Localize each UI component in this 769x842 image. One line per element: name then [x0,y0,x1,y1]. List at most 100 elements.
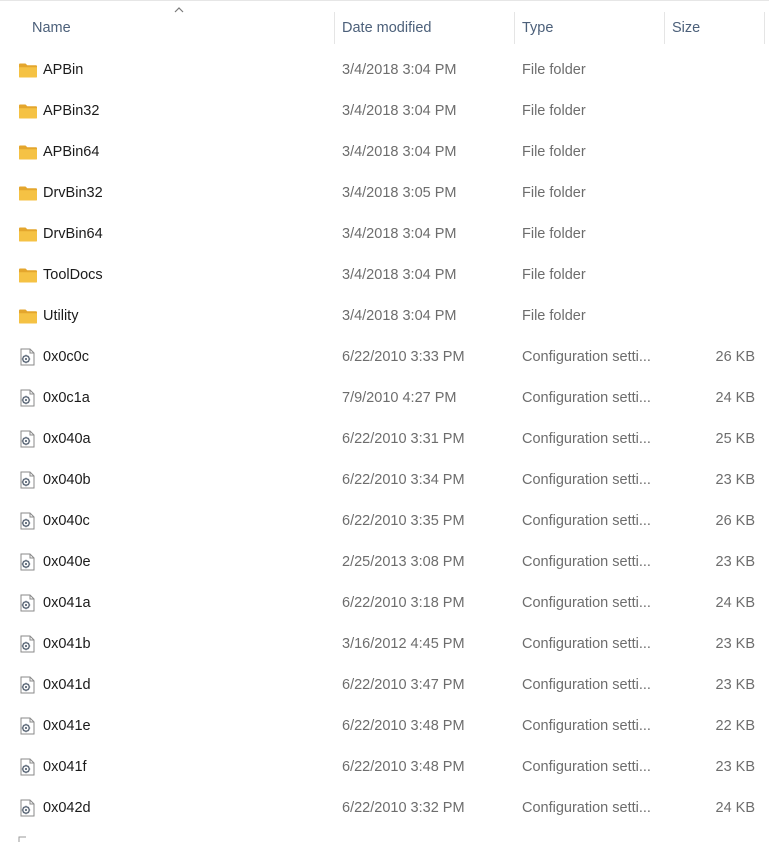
file-date-modified: 3/4/2018 3:04 PM [342,144,457,160]
file-type: Configuration setti... [522,349,651,365]
config-file-icon [18,471,38,489]
file-row[interactable]: APBin32 3/4/2018 3:04 PM File folder [0,91,769,132]
file-type: File folder [522,144,586,160]
file-date-modified: 3/4/2018 3:04 PM [342,308,457,324]
file-list: APBin 3/4/2018 3:04 PM File folder APBin… [0,50,769,829]
file-row[interactable]: APBin 3/4/2018 3:04 PM File folder [0,50,769,91]
file-name: Utility [43,308,79,324]
file-type: File folder [522,267,586,283]
file-name: APBin [43,62,84,78]
config-file-icon [18,676,38,694]
file-date-modified: 3/4/2018 3:05 PM [342,185,457,201]
file-type: File folder [522,226,586,242]
file-type: Configuration setti... [522,718,651,734]
column-header-size[interactable]: Size [672,12,762,44]
column-header-date-modified[interactable]: Date modified [342,12,512,44]
file-date-modified: 6/22/2010 3:47 PM [342,677,465,693]
file-name: 0x041b [43,636,91,652]
file-type: Configuration setti... [522,472,651,488]
file-date-modified: 6/22/2010 3:48 PM [342,718,465,734]
file-row[interactable]: Utility 3/4/2018 3:04 PM File folder [0,296,769,337]
column-header-name[interactable]: Name [32,12,332,44]
file-name: DrvBin64 [43,226,103,242]
file-row[interactable]: 0x040a 6/22/2010 3:31 PM Configuration s… [0,419,769,460]
file-size: 24 KB [715,390,756,406]
file-row[interactable]: 0x041e 6/22/2010 3:48 PM Configuration s… [0,706,769,747]
file-row[interactable]: DrvBin32 3/4/2018 3:05 PM File folder [0,173,769,214]
file-type: Configuration setti... [522,513,651,529]
file-date-modified: 2/25/2013 3:08 PM [342,554,465,570]
file-row[interactable]: 0x042d 6/22/2010 3:32 PM Configuration s… [0,788,769,829]
column-header-type[interactable]: Type [522,12,660,44]
file-date-modified: 6/22/2010 3:32 PM [342,800,465,816]
file-type: Configuration setti... [522,677,651,693]
folder-icon [18,184,38,202]
config-file-icon [18,553,38,571]
file-size: 26 KB [715,513,756,529]
file-type: File folder [522,308,586,324]
config-file-icon [18,512,38,530]
config-file-icon [18,348,38,366]
file-row[interactable]: 0x040b 6/22/2010 3:34 PM Configuration s… [0,460,769,501]
file-row[interactable]: APBin64 3/4/2018 3:04 PM File folder [0,132,769,173]
column-divider[interactable] [664,12,665,44]
column-divider[interactable] [514,12,515,44]
file-name: 0x041f [43,759,87,775]
file-date-modified: 3/4/2018 3:04 PM [342,267,457,283]
file-name: 0x040b [43,472,91,488]
file-row[interactable]: 0x040e 2/25/2013 3:08 PM Configuration s… [0,542,769,583]
file-row[interactable]: DrvBin64 3/4/2018 3:04 PM File folder [0,214,769,255]
folder-icon [18,266,38,284]
file-row[interactable]: 0x0c1a 7/9/2010 4:27 PM Configuration se… [0,378,769,419]
config-file-icon [18,836,26,842]
file-type: Configuration setti... [522,759,651,775]
folder-icon [18,61,38,79]
file-date-modified: 3/16/2012 4:45 PM [342,636,465,652]
file-name: 0x042d [43,800,91,816]
file-name: 0x041a [43,595,91,611]
file-size: 23 KB [715,472,756,488]
file-row[interactable]: 0x0c0c 6/22/2010 3:33 PM Configuration s… [0,337,769,378]
file-row[interactable]: 0x040c 6/22/2010 3:35 PM Configuration s… [0,501,769,542]
file-name: DrvBin32 [43,185,103,201]
config-file-icon [18,758,38,776]
file-row[interactable]: 0x041a 6/22/2010 3:18 PM Configuration s… [0,583,769,624]
file-size: 23 KB [715,636,756,652]
config-file-icon [18,799,38,817]
file-row[interactable]: ToolDocs 3/4/2018 3:04 PM File folder [0,255,769,296]
column-header-row: Name Date modified Type Size [0,0,769,48]
file-size: 24 KB [715,595,756,611]
file-row[interactable]: 0x041f 6/22/2010 3:48 PM Configuration s… [0,747,769,788]
file-date-modified: 7/9/2010 4:27 PM [342,390,457,406]
config-file-icon [18,389,38,407]
file-type: File folder [522,103,586,119]
file-name: 0x0c0c [43,349,89,365]
file-row[interactable]: 0x041d 6/22/2010 3:47 PM Configuration s… [0,665,769,706]
file-type: Configuration setti... [522,800,651,816]
file-date-modified: 3/4/2018 3:04 PM [342,226,457,242]
file-type: Configuration setti... [522,431,651,447]
file-name: 0x041e [43,718,91,734]
file-type: Configuration setti... [522,595,651,611]
config-file-icon [18,594,38,612]
file-type: File folder [522,185,586,201]
file-type: Configuration setti... [522,390,651,406]
file-name: 0x040e [43,554,91,570]
file-size: 24 KB [715,800,756,816]
file-date-modified: 6/22/2010 3:35 PM [342,513,465,529]
file-name: 0x040c [43,513,90,529]
file-row[interactable]: 0x041b 3/16/2012 4:45 PM Configuration s… [0,624,769,665]
file-date-modified: 3/4/2018 3:04 PM [342,62,457,78]
file-name: ToolDocs [43,267,103,283]
config-file-icon [18,430,38,448]
file-size: 23 KB [715,677,756,693]
config-file-icon [18,717,38,735]
file-date-modified: 6/22/2010 3:34 PM [342,472,465,488]
column-divider[interactable] [334,12,335,44]
file-type: File folder [522,62,586,78]
folder-icon [18,102,38,120]
file-date-modified: 6/22/2010 3:33 PM [342,349,465,365]
column-divider[interactable] [764,12,765,44]
file-name: 0x0c1a [43,390,90,406]
file-type: Configuration setti... [522,554,651,570]
